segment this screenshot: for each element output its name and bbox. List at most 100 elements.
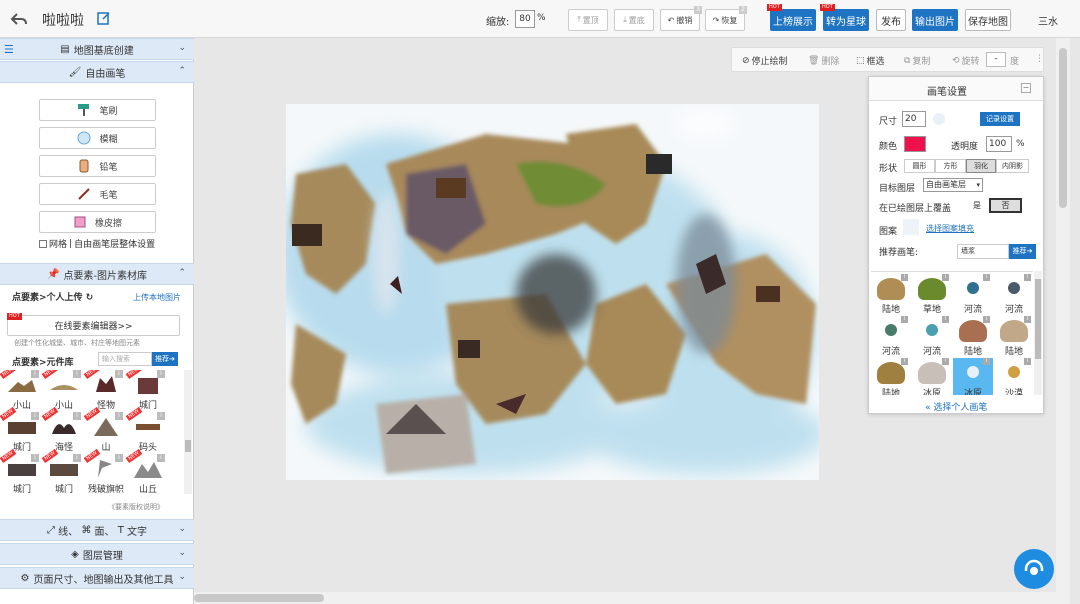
tool-eraser[interactable]: 橡皮擦: [39, 211, 156, 233]
brush-swatch[interactable]: i 陆地: [994, 316, 1033, 358]
element-thumb[interactable]: NEW i 码头: [125, 406, 168, 454]
recommend-button[interactable]: 推荐➔: [152, 352, 178, 366]
element-thumb[interactable]: NEW i 山丘: [125, 448, 168, 494]
brush-swatch[interactable]: i 冰原: [912, 358, 952, 395]
element-thumb[interactable]: NEW i 城门: [0, 448, 42, 494]
opacity-input[interactable]: 100: [986, 136, 1012, 152]
user-name[interactable]: 三水: [1038, 13, 1058, 28]
target-layer-select[interactable]: 自由画笔层 ▾: [923, 178, 983, 192]
map-title: 啦啦啦: [42, 13, 84, 29]
overlay-yes-button[interactable]: 是: [967, 199, 987, 213]
copy-button[interactable]: ⧉ 复制: [904, 54, 930, 68]
component-library-label: 点要素>元件库: [12, 358, 74, 368]
chevron-down-icon: ⌄: [178, 572, 186, 582]
tool-brush[interactable]: 笔刷: [39, 99, 156, 121]
stop-drawing-button[interactable]: ⊘ 停止绘制: [742, 54, 788, 68]
edit-title-icon[interactable]: [97, 11, 113, 27]
publish-button[interactable]: 发布: [876, 9, 906, 31]
undo-button[interactable]: ↶ 撤销 3: [660, 6, 702, 31]
shape-option-inner-shadow[interactable]: 内阴影: [996, 159, 1029, 173]
upload-local-link[interactable]: 上传本地图片: [133, 292, 181, 303]
size-input[interactable]: 20: [902, 111, 926, 127]
section-layer-management[interactable]: ◈ 图层管理 ⌄: [0, 543, 194, 565]
element-thumb[interactable]: NEW i 城门: [0, 406, 42, 454]
tool-pencil[interactable]: 铅笔: [39, 155, 156, 177]
grid-checkbox[interactable]: [39, 239, 47, 248]
rotate-icon: ⟲: [952, 55, 960, 66]
line-icon: ⤢: [46, 524, 55, 536]
delete-button[interactable]: 🗑 删除: [808, 54, 839, 68]
brush-swatch[interactable]: i 陆地: [953, 316, 993, 358]
send-to-bottom-button[interactable]: ⤓ 置底: [614, 9, 654, 31]
bring-to-top-button[interactable]: ⤒ 置顶: [568, 9, 608, 31]
brush-layer-settings-link[interactable]: 自由画笔层整体设置: [74, 237, 155, 250]
element-thumb[interactable]: NEW i 海怪: [41, 406, 84, 454]
refresh-icon[interactable]: ↻: [86, 293, 94, 303]
element-search-input[interactable]: 输入搜索: [98, 352, 152, 366]
swatch-scrollbar[interactable]: [1034, 271, 1042, 395]
online-element-editor-button[interactable]: HOT 在线要素编辑器>>: [7, 313, 180, 336]
drag-handle[interactable]: ⋮: [1035, 54, 1044, 64]
save-map-button[interactable]: 保存地图: [965, 9, 1011, 31]
element-thumb[interactable]: NEW i 小山: [0, 370, 42, 412]
collapse-sidebar-icon[interactable]: ☰: [4, 43, 14, 56]
recommend-brush-button[interactable]: 推荐➔: [1009, 244, 1036, 259]
element-thumb[interactable]: NEW i 怪物: [83, 370, 126, 412]
element-grid-scrollbar[interactable]: [184, 370, 192, 494]
zoom-input[interactable]: 80: [515, 10, 535, 28]
export-image-button[interactable]: 输出图片: [912, 9, 958, 31]
box-select-button[interactable]: ⬚ 框选: [856, 54, 885, 68]
vertical-scrollbar[interactable]: [1056, 38, 1070, 604]
brush-swatch[interactable]: i 陆地: [871, 274, 911, 316]
select-personal-brush-link[interactable]: « 选择个人画笔: [925, 400, 987, 413]
section-freedraw[interactable]: 🖌 自由画笔 ⌃: [0, 61, 194, 83]
recommended-brush-input[interactable]: 墙浆: [957, 244, 1009, 259]
map-icon: ▤: [60, 43, 70, 55]
select-pattern-fill-link[interactable]: 选择图案填充: [926, 223, 974, 234]
element-thumb[interactable]: NEW i 残破旗帜: [83, 448, 126, 494]
hot-badge: HOT: [7, 313, 22, 320]
tool-calligraphy-brush[interactable]: 毛笔: [39, 183, 156, 205]
element-thumb[interactable]: NEW i 山: [83, 406, 126, 454]
hot-badge: HOT: [767, 4, 782, 11]
headset-icon: [1024, 559, 1044, 575]
map-canvas[interactable]: [286, 104, 819, 480]
tool-blur[interactable]: 模糊: [39, 127, 156, 149]
horizontal-scrollbar[interactable]: [194, 592, 1056, 604]
brush-swatch[interactable]: i 陆地: [871, 358, 911, 395]
brush-swatch[interactable]: i 沙漠: [994, 358, 1033, 395]
rotate-button[interactable]: ⟲ 旋转: [952, 54, 980, 68]
section-line-area-text[interactable]: ⤢ 线、 ⌘ 面、 T 文字 ⌄: [0, 519, 194, 541]
back-icon[interactable]: [10, 10, 28, 28]
shape-label: 形状: [879, 164, 898, 174]
brush-preview-icon: [933, 113, 945, 125]
brush-swatch[interactable]: i 河流: [953, 274, 993, 316]
section-point-elements[interactable]: 📌 点要素-图片素材库 ⌃: [0, 263, 194, 285]
brush-swatch[interactable]: i 河流: [871, 316, 911, 358]
brush-swatch[interactable]: i 草地: [912, 274, 952, 316]
color-picker[interactable]: [904, 136, 926, 152]
element-thumb[interactable]: NEW i 小山: [41, 370, 84, 412]
customer-service-button[interactable]: [1014, 549, 1054, 589]
brush-swatch[interactable]: i 河流: [994, 274, 1033, 316]
shape-option-circle[interactable]: 圆形: [904, 159, 935, 173]
left-sidebar: ☰ ▤ 地图基底创建 ⌄ 🖌 自由画笔 ⌃ 笔刷 模糊 铅笔 毛笔 橡皮擦 网格 |…: [0, 38, 194, 604]
pattern-preview: [903, 219, 919, 235]
upload-show-button[interactable]: HOT 上榜展示: [767, 4, 816, 31]
copyright-note-link[interactable]: 《要素版权说明》: [108, 502, 164, 512]
section-map-base[interactable]: ☰ ▤ 地图基底创建 ⌄: [0, 38, 194, 60]
minimize-icon[interactable]: −: [1021, 83, 1031, 93]
brush-swatch-selected[interactable]: i 冰原: [953, 358, 993, 395]
shape-option-square[interactable]: 方形: [935, 159, 966, 173]
to-globe-button[interactable]: HOT 转为星球: [820, 4, 869, 31]
element-thumb[interactable]: NEW i 城门: [125, 370, 168, 412]
record-settings-button[interactable]: 记录设置: [980, 112, 1020, 126]
element-thumb[interactable]: NEW i 城门: [41, 448, 84, 494]
shape-option-feather[interactable]: 羽化: [966, 159, 996, 173]
brush-swatch[interactable]: i 河流: [912, 316, 952, 358]
rotate-input[interactable]: -: [986, 52, 1006, 67]
chevron-up-icon: ⌃: [178, 66, 186, 76]
redo-button[interactable]: ↷ 恢复 2: [705, 6, 747, 31]
section-page-tools[interactable]: ⚙ 页面尺寸、地图输出及其他工具 ⌄: [0, 567, 194, 589]
overlay-no-button[interactable]: 否: [989, 198, 1022, 213]
